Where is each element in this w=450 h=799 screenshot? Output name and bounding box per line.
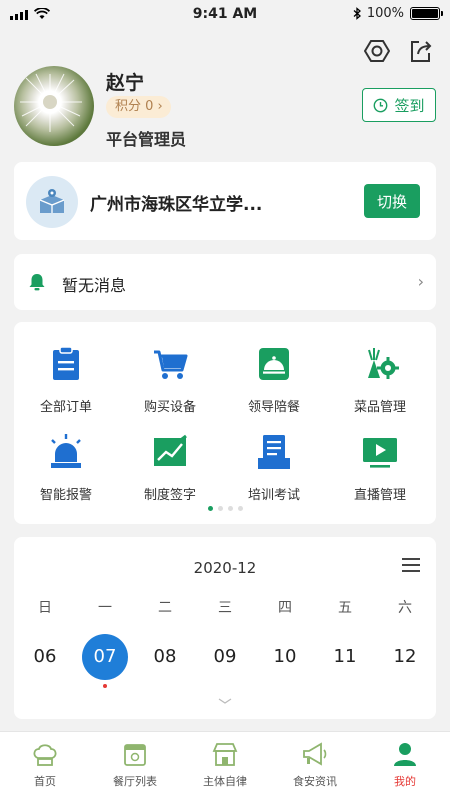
menu-icon[interactable] [402,557,420,576]
event-dot [103,684,107,688]
tab-label: 主体自律 [203,775,247,788]
menu-item-dish-management[interactable]: 菜品管理 [330,344,430,415]
menu-label: 领导陪餐 [247,400,300,415]
user-role: 平台管理员 [106,130,187,149]
menu-item-all-orders[interactable]: 全部订单 [16,344,116,415]
menu-item-leader-meal[interactable]: 领导陪餐 [224,344,324,415]
tab-bar: 首页 餐厅列表 主体自律 食安资讯 我的 [0,731,450,799]
menu-label: 全部订单 [39,400,92,415]
day-cell[interactable]: 06 [25,635,65,679]
day-cell[interactable]: 08 [145,635,185,679]
user-name: 赵宁 [106,72,145,94]
switch-button[interactable]: 切换 [364,184,420,218]
weekday-label: 日 [38,600,52,616]
avatar[interactable] [14,66,94,146]
menu-label: 菜品管理 [353,400,406,415]
checkin-button[interactable]: 签到 [362,88,436,122]
food-cloche-icon [259,348,289,380]
expand-chevron-icon[interactable] [14,693,436,707]
tab-restaurant-list[interactable]: 餐厅列表 [90,740,180,789]
day-cell[interactable]: 09 [205,635,245,679]
chef-hat-icon [33,744,57,766]
shop-icon [212,743,238,766]
menu-label: 制度签字 [143,488,196,503]
battery-icon [410,7,443,20]
day-cell[interactable]: 11 [325,635,365,679]
menu-item-buy-equipment[interactable]: 购买设备 [120,344,220,415]
function-grid: 全部订单 购买设备 领导陪餐 菜品管理 智能报警 制度签字 培训考试 直播管理 [14,322,436,524]
menu-item-smart-alarm[interactable]: 智能报警 [16,432,116,503]
day-cell-selected[interactable]: 07 [85,635,125,679]
points-badge[interactable]: 积分 0 › [106,96,171,118]
menu-label: 培训考试 [247,488,300,503]
tab-label: 餐厅列表 [113,775,157,788]
tab-self-discipline[interactable]: 主体自律 [180,740,270,789]
menu-label: 直播管理 [353,488,406,503]
message-card[interactable]: 暂无消息 › [14,254,436,310]
profile-section: 赵宁 积分 0 › 平台管理员 签到 [14,66,436,156]
alarm-light-icon [51,434,81,468]
share-icon[interactable] [408,38,434,64]
bell-icon [28,272,46,296]
weekday-label: 二 [158,600,172,616]
live-video-icon [363,438,397,468]
tab-mine[interactable]: 我的 [360,740,450,789]
tab-home[interactable]: 首页 [0,740,90,789]
weekday-label: 四 [278,600,292,616]
chevron-right-icon: › [417,272,424,291]
restaurant-icon [124,744,146,766]
settings-icon[interactable] [363,38,391,64]
menu-item-training-exam[interactable]: 培训考试 [224,432,324,503]
signature-chart-icon [154,434,187,466]
school-building-icon [26,176,78,228]
weekday-label: 三 [218,600,232,616]
tab-label: 我的 [394,775,416,788]
tab-food-safety-news[interactable]: 食安资讯 [270,740,360,789]
menu-item-live-management[interactable]: 直播管理 [330,432,430,503]
page-indicator [14,506,436,511]
cart-icon [154,350,188,379]
tab-label: 首页 [34,775,56,788]
battery-percent: 100% [366,6,404,21]
weekday-label: 六 [398,600,412,616]
clock-icon [374,98,388,112]
vegetable-gear-icon [368,348,399,379]
school-card: 广州市海珠区华立学... 切换 [14,162,436,240]
bluetooth-icon [353,7,361,20]
day-cell[interactable]: 10 [265,635,305,679]
weekday-label: 一 [98,600,112,616]
clipboard-icon [53,346,79,380]
calendar-month: 2020-12 [193,559,257,577]
exam-document-icon [258,435,290,469]
menu-item-policy-sign[interactable]: 制度签字 [120,432,220,503]
menu-label: 智能报警 [39,488,92,503]
weekday-label: 五 [338,600,352,616]
checkin-label: 签到 [394,96,425,115]
tab-label: 食安资讯 [293,775,337,788]
status-bar: 9:41 AM 100% [0,0,450,30]
menu-label: 购买设备 [143,400,196,415]
message-text: 暂无消息 [62,276,127,295]
calendar-card: 2020-12 日 一 二 三 四 五 六 06 07 08 09 10 11 … [14,537,436,719]
megaphone-icon [303,742,327,766]
user-icon [394,743,416,766]
school-name: 广州市海珠区华立学... [90,195,263,215]
day-cell[interactable]: 12 [385,635,425,679]
